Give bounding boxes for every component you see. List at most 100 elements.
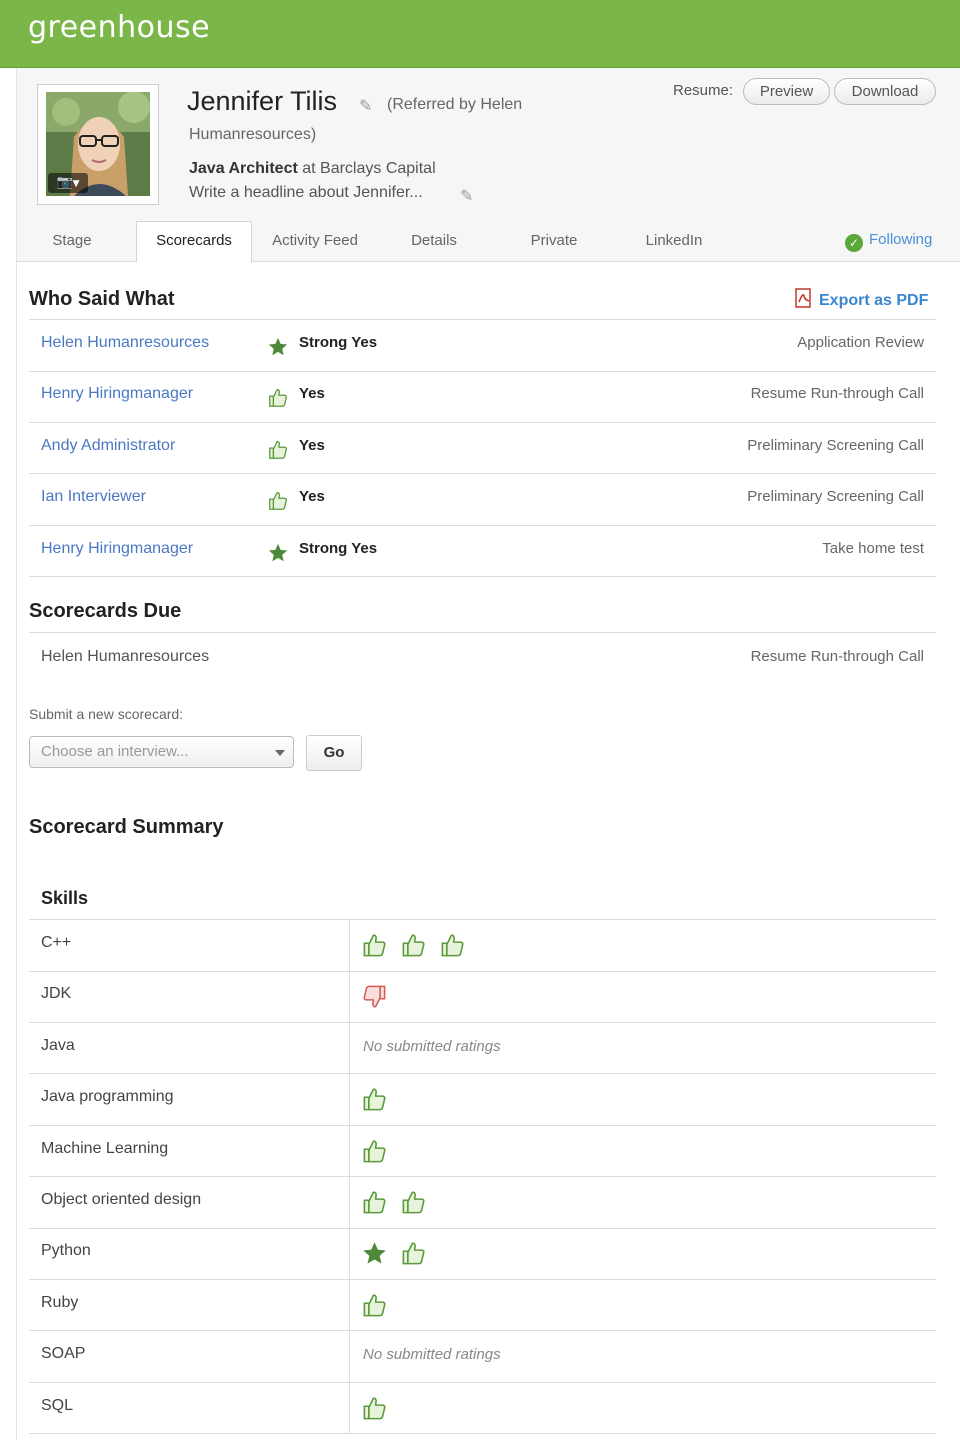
interviewer-link[interactable]: Henry Hiringmanager <box>41 540 193 558</box>
headline-placeholder[interactable]: Write a headline about Jennifer... <box>189 184 423 202</box>
skill-ratings <box>361 1189 439 1217</box>
submit-scorecard-label: Submit a new scorecard: <box>29 706 184 722</box>
skills-header: Skills <box>41 888 89 908</box>
skill-name: Java programming <box>41 1088 174 1106</box>
job-company: at Barclays Capital <box>297 160 436 177</box>
skill-ratings <box>361 1292 400 1320</box>
column-divider <box>349 1074 350 1126</box>
no-ratings-text: No submitted ratings <box>363 1346 501 1364</box>
greenhouse-logo[interactable]: greenhouse <box>28 10 210 45</box>
column-divider <box>349 1228 350 1280</box>
chevron-down-icon: ▼ <box>72 179 80 189</box>
column-divider <box>349 1125 350 1177</box>
thumbs-up-icon <box>400 1240 427 1267</box>
thumbs-up-icon <box>361 1138 388 1165</box>
scorecards-due-title: Scorecards Due <box>29 600 182 622</box>
following-label: Following <box>869 231 933 248</box>
pdf-icon <box>795 288 813 308</box>
interview-stage: Preliminary Screening Call <box>747 488 924 506</box>
skill-name: SOAP <box>41 1345 86 1363</box>
skill-name: Machine Learning <box>41 1139 169 1157</box>
edit-name-pencil-icon[interactable]: ✎ <box>359 96 372 115</box>
rating-label: Yes <box>299 488 325 506</box>
interview-stage: Application Review <box>797 334 924 351</box>
interview-stage: Take home test <box>822 539 924 557</box>
resume-download-button[interactable]: Download <box>834 78 936 105</box>
thumbs-up-icon <box>361 1189 388 1216</box>
tab-linkedin[interactable]: LinkedIn <box>622 222 726 262</box>
tab-private[interactable]: Private <box>502 222 606 262</box>
skill-name: Ruby <box>41 1293 79 1311</box>
divider <box>29 576 936 578</box>
divider <box>29 1433 936 1435</box>
star-icon <box>267 336 289 358</box>
referral-info-cont: Humanresources) <box>189 126 317 143</box>
tab-details[interactable]: Details <box>382 222 486 262</box>
following-toggle[interactable]: ✓ Following <box>845 231 932 252</box>
edit-headline-pencil-icon[interactable]: ✎ <box>460 186 473 205</box>
thumbs-up-icon <box>361 932 388 959</box>
rating-label: Yes <box>299 436 325 454</box>
column-divider <box>349 1177 350 1228</box>
due-interviewer: Helen Humanresources <box>41 648 210 665</box>
interviewer-link[interactable]: Andy Administrator <box>41 437 175 455</box>
skill-row: Python <box>29 1228 936 1280</box>
thumbs-up-icon <box>267 439 289 461</box>
thumbs-down-icon <box>361 983 388 1010</box>
due-stage: Resume Run-through Call <box>750 648 924 665</box>
skill-ratings <box>361 1240 439 1268</box>
camera-icon: 📷 <box>56 175 73 190</box>
interview-stage: Preliminary Screening Call <box>747 436 924 454</box>
change-photo-button[interactable]: 📷▼ <box>48 173 88 193</box>
dropdown-arrow-icon <box>275 750 285 756</box>
thumbs-up-icon <box>267 490 289 512</box>
scorecard-row: Helen Humanresources Strong Yes Applicatio… <box>29 320 936 371</box>
skill-name: Object oriented design <box>41 1191 202 1208</box>
go-button[interactable]: Go <box>306 735 362 771</box>
rating-label: Strong Yes <box>299 539 378 557</box>
tab-activity-feed[interactable]: Activity Feed <box>257 222 373 262</box>
scorecard-row: Andy Administrator Yes Preliminary Screeni… <box>29 423 936 474</box>
skill-name: Python <box>41 1242 91 1260</box>
skill-row: Java programming <box>29 1074 936 1126</box>
interviewer-link[interactable]: Helen Humanresources <box>41 334 209 352</box>
skill-ratings <box>361 1395 400 1423</box>
skill-ratings <box>361 1138 400 1166</box>
thumbs-up-icon <box>361 1395 388 1422</box>
interviewer-link[interactable]: Ian Interviewer <box>41 488 146 506</box>
thumbs-up-icon <box>361 1086 388 1113</box>
thumbs-up-icon <box>400 1189 427 1216</box>
column-divider <box>349 1382 350 1434</box>
skill-name: SQL <box>41 1396 74 1414</box>
column-divider <box>349 920 350 971</box>
tab-scorecards[interactable]: Scorecards <box>136 221 252 263</box>
interviewer-link[interactable]: Henry Hiringmanager <box>41 385 193 403</box>
thumbs-up-icon <box>267 387 289 409</box>
thumbs-up-icon <box>361 1292 388 1319</box>
skill-row: Object oriented design <box>29 1177 936 1228</box>
resume-preview-button[interactable]: Preview <box>743 78 830 105</box>
thumbs-up-icon <box>400 932 427 959</box>
star-icon <box>267 542 289 564</box>
column-divider <box>349 971 350 1023</box>
rating-label: Strong Yes <box>299 334 378 351</box>
skill-ratings <box>361 932 478 960</box>
export-pdf-link[interactable]: Export as PDF <box>795 288 928 310</box>
skill-row: SOAP No submitted ratings <box>29 1331 936 1383</box>
scorecard-summary-title: Scorecard Summary <box>29 816 224 838</box>
scorecard-row: Ian Interviewer Yes Preliminary Screening … <box>29 474 936 525</box>
no-ratings-text: No submitted ratings <box>363 1037 501 1055</box>
skill-name: C++ <box>41 934 72 951</box>
tab-stage[interactable]: Stage <box>31 222 113 262</box>
skill-row: JDK <box>29 971 936 1023</box>
skill-row: Machine Learning <box>29 1125 936 1177</box>
job-title: Java Architect <box>189 160 298 177</box>
interview-select[interactable]: Choose an interview... <box>29 736 294 768</box>
referral-info: (Referred by Helen <box>387 96 523 113</box>
skill-row: SQL <box>29 1382 936 1434</box>
who-said-what-title: Who Said What <box>29 288 175 310</box>
skill-row: Ruby <box>29 1279 936 1331</box>
skill-ratings <box>361 1086 400 1114</box>
skill-ratings <box>361 983 400 1011</box>
star-icon <box>361 1240 388 1267</box>
